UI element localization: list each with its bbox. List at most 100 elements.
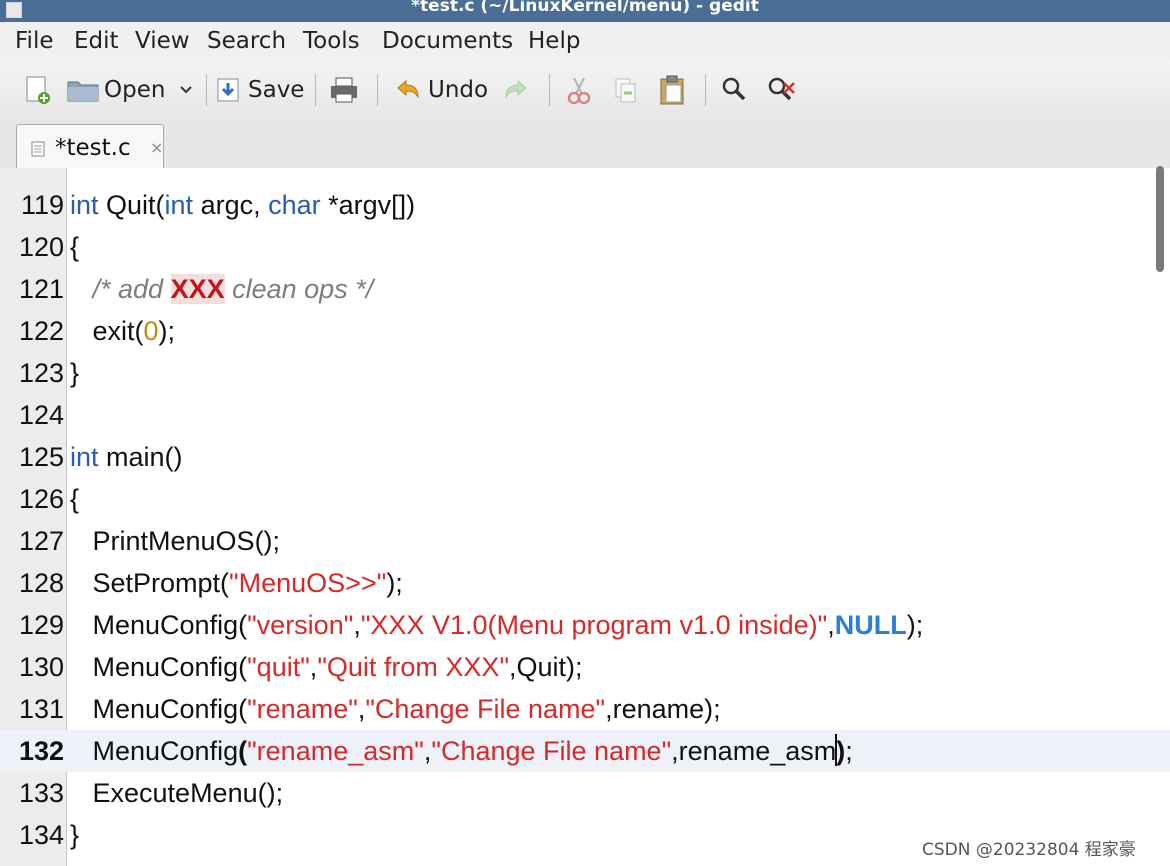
code-line[interactable]: 119 int Quit(int argc, char *argv[]): [0, 184, 1170, 226]
code-line[interactable]: 133 ExecuteMenu();: [0, 772, 1170, 814]
code-line[interactable]: 130 MenuConfig("quit","Quit from XXX",Qu…: [0, 646, 1170, 688]
menu-documents[interactable]: Documents: [382, 28, 513, 54]
code-token: );: [158, 316, 176, 346]
toolbar-separator: [206, 74, 207, 106]
code-line[interactable]: 122 exit(0);: [0, 310, 1170, 352]
replace-icon: [768, 77, 795, 101]
copy-button[interactable]: [612, 72, 638, 108]
line-number: 132: [18, 736, 64, 766]
tab-label: *test.c: [55, 135, 131, 161]
code-line[interactable]: 129 MenuConfig("version","XXX V1.0(Menu …: [0, 604, 1170, 646]
tab-test-c[interactable]: *test.c ×: [16, 124, 164, 170]
open-label: Open: [104, 77, 166, 103]
search-button[interactable]: [720, 72, 748, 108]
folder-icon: [67, 81, 99, 102]
code-text: {: [70, 226, 79, 268]
print-button[interactable]: [328, 72, 360, 108]
toolbar-separator: [315, 74, 316, 106]
line-number: 131: [18, 694, 64, 724]
code-token: ,Quit);: [509, 652, 583, 682]
redo-icon: [505, 79, 527, 99]
line-number: 126: [18, 484, 64, 514]
code-token: "Quit from XXX": [317, 652, 510, 682]
line-number: 133: [18, 778, 64, 808]
code-token: ,: [353, 610, 361, 640]
code-token: MenuConfig(: [70, 652, 248, 682]
code-line[interactable]: 124: [0, 394, 1170, 436]
code-line[interactable]: 127 PrintMenuOS();: [0, 520, 1170, 562]
tab-close-icon[interactable]: ×: [150, 138, 163, 157]
code-text: SetPrompt("MenuOS>>");: [70, 562, 403, 604]
new-document-button[interactable]: [24, 72, 52, 108]
cut-button[interactable]: [566, 72, 592, 108]
code-token: ,rename);: [605, 694, 721, 724]
code-line[interactable]: 120{: [0, 226, 1170, 268]
code-text: MenuConfig("rename","Change File name",r…: [70, 688, 721, 730]
text-editor[interactable]: 119 int Quit(int argc, char *argv[]) 120{1…: [0, 168, 1170, 866]
code-token: "rename_asm": [247, 736, 424, 766]
toolbar-separator: [377, 74, 378, 106]
redo-button[interactable]: [502, 72, 530, 108]
watermark: CSDN @20232804 程家豪: [922, 840, 1136, 860]
menubar: File Edit View Search Tools Documents He…: [0, 22, 1170, 62]
code-line[interactable]: 132 MenuConfig("rename_asm","Change File…: [0, 730, 1170, 772]
code-token: Quit(: [98, 190, 165, 220]
paste-icon: [660, 75, 684, 105]
code-token: "Change File name": [431, 736, 672, 766]
menu-search[interactable]: Search: [207, 28, 286, 54]
save-button[interactable]: Save: [216, 72, 304, 108]
window-menu-icon[interactable]: [6, 2, 22, 18]
code-token: int: [70, 442, 99, 472]
code-text: }: [70, 814, 79, 856]
line-number: 123: [18, 358, 64, 388]
line-number: 118: [0, 168, 66, 176]
code-line[interactable]: 128 SetPrompt("MenuOS>>");: [0, 562, 1170, 604]
undo-button[interactable]: Undo: [394, 72, 488, 108]
code-token: MenuConfig: [70, 736, 239, 766]
code-token: PrintMenuOS();: [70, 526, 281, 556]
line-number: 134: [18, 820, 64, 850]
vertical-scrollbar-thumb[interactable]: [1156, 166, 1164, 272]
text-file-icon: [31, 141, 45, 157]
code-text: MenuConfig("version","XXX V1.0(Menu prog…: [70, 604, 924, 646]
copy-icon: [615, 78, 636, 103]
code-line[interactable]: 121 /* add XXX clean ops */: [0, 268, 1170, 310]
menu-tools[interactable]: Tools: [303, 28, 360, 54]
line-number: 125: [18, 442, 64, 472]
code-line[interactable]: 123}: [0, 352, 1170, 394]
menu-view[interactable]: View: [135, 28, 190, 54]
code-token: XXX: [170, 274, 225, 304]
code-token: MenuConfig(: [70, 610, 248, 640]
window-titlebar: *test.c (~/LinuxKernel/menu) - gedit: [0, 0, 1170, 22]
code-text: {: [70, 478, 79, 520]
code-line[interactable]: 125 int main(): [0, 436, 1170, 478]
code-text: PrintMenuOS();: [70, 520, 281, 562]
menu-help[interactable]: Help: [528, 28, 580, 54]
menu-file[interactable]: File: [15, 28, 54, 54]
code-token: NULL: [834, 610, 907, 640]
print-icon: [331, 77, 357, 103]
paste-button[interactable]: [658, 72, 686, 108]
code-text: }: [70, 352, 79, 394]
code-token: ,rename_asm: [671, 736, 837, 766]
code-token: {: [70, 484, 80, 514]
line-number: 119: [20, 190, 64, 220]
partial-line: 118: [0, 168, 1170, 176]
window-title: *test.c (~/LinuxKernel/menu) - gedit: [411, 0, 759, 16]
code-token: ,: [827, 610, 835, 640]
code-text: /* add XXX clean ops */: [70, 268, 373, 310]
code-token: );: [386, 568, 403, 598]
menu-edit[interactable]: Edit: [74, 28, 119, 54]
line-number: 127: [18, 526, 64, 556]
toolbar-separator: [705, 74, 706, 106]
open-dropdown-button[interactable]: [178, 72, 194, 108]
open-button[interactable]: Open: [66, 72, 165, 108]
code-token: main(): [98, 442, 183, 472]
code-token: {: [70, 232, 80, 262]
code-line[interactable]: 131 MenuConfig("rename","Change File nam…: [0, 688, 1170, 730]
new-document-icon: [26, 76, 50, 104]
document-tabbar: *test.c ×: [0, 118, 1170, 170]
search-replace-button[interactable]: [766, 72, 798, 108]
undo-label: Undo: [428, 77, 489, 103]
code-line[interactable]: 126{: [0, 478, 1170, 520]
